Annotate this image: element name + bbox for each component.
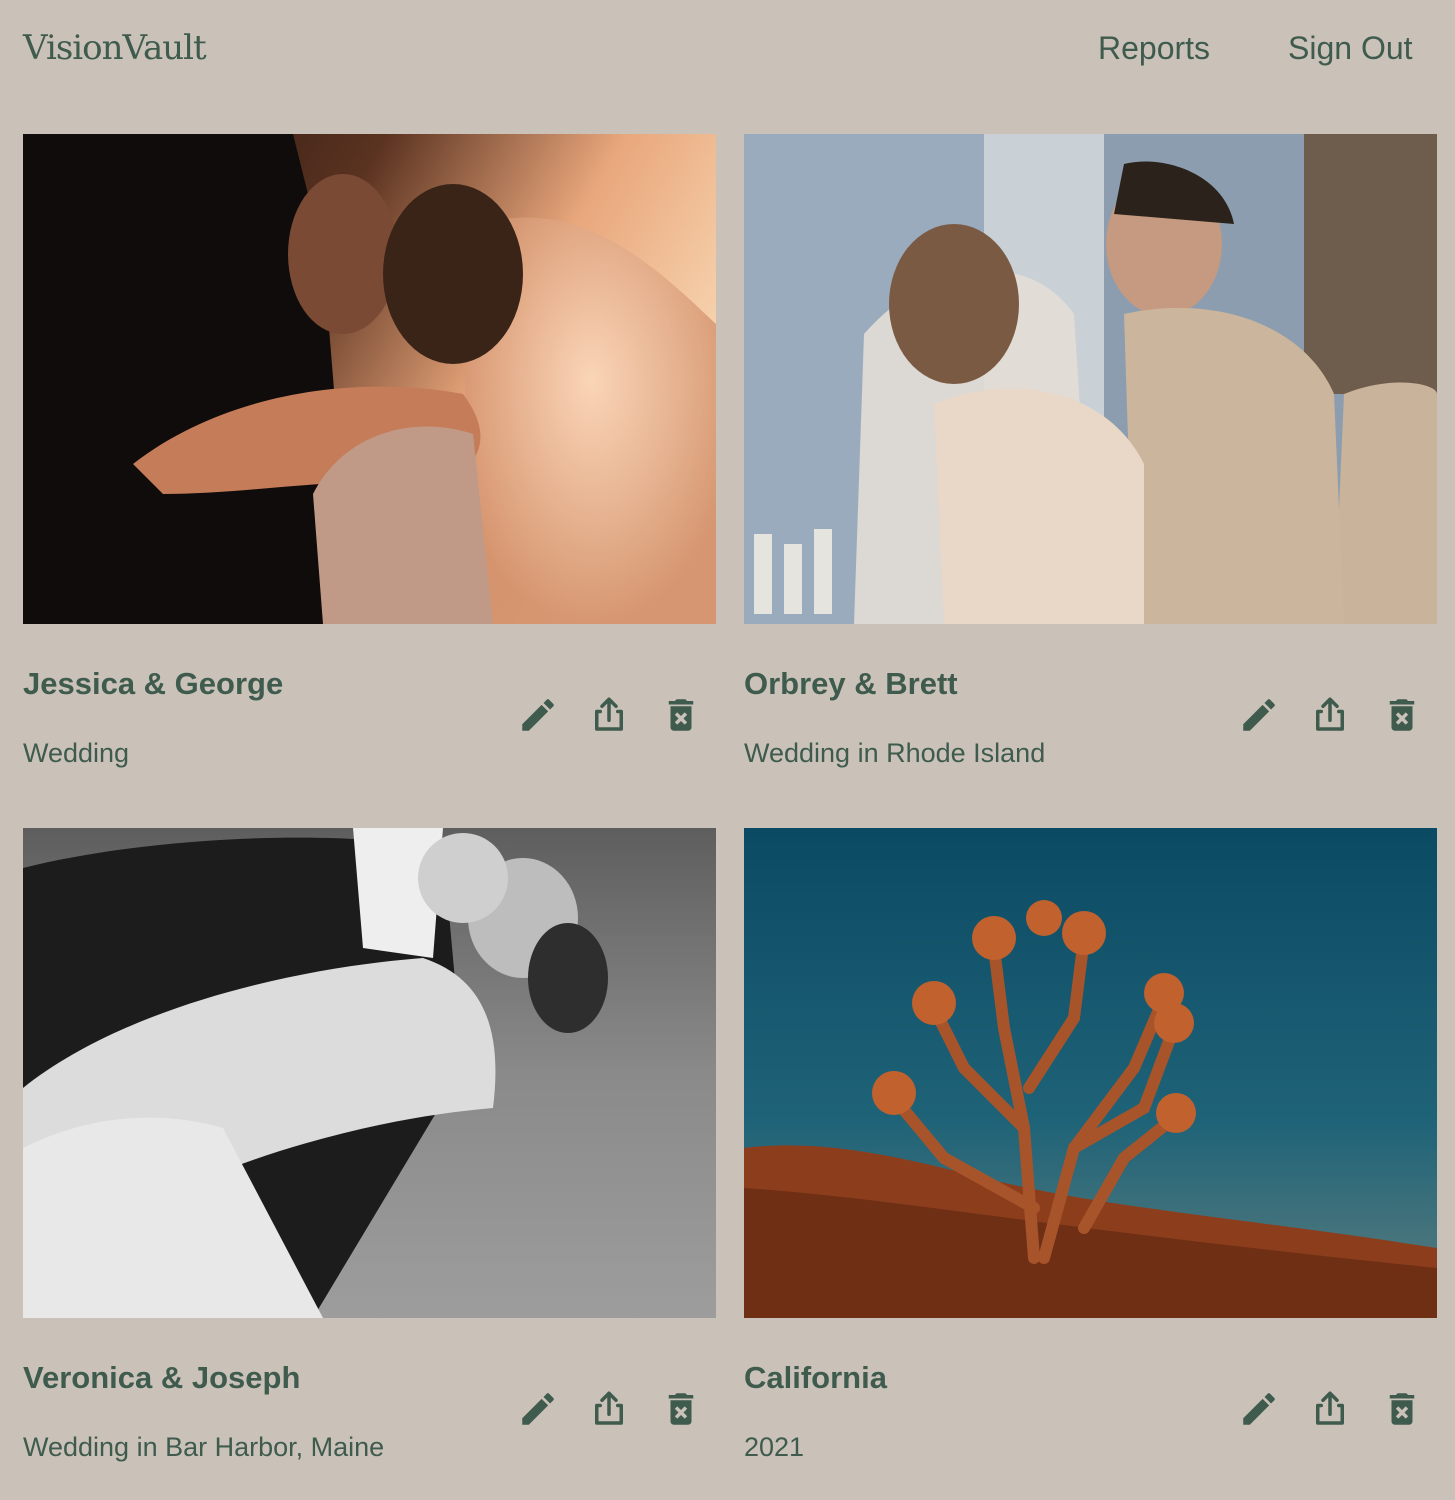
- nav-reports-link[interactable]: Reports: [1098, 30, 1210, 67]
- couple-dip-black-white-photo: [23, 828, 716, 1318]
- pencil-icon: [522, 699, 554, 731]
- share-button[interactable]: [588, 694, 630, 736]
- delete-button[interactable]: [660, 694, 702, 736]
- joshua-tree-desert-photo: [744, 828, 1437, 1318]
- project-actions: [517, 1388, 707, 1430]
- pencil-icon: [522, 1393, 554, 1425]
- project-title[interactable]: Orbrey & Brett: [744, 666, 958, 702]
- trash-icon: [668, 1393, 694, 1425]
- edit-button[interactable]: [1238, 1388, 1280, 1430]
- edit-button[interactable]: [517, 694, 559, 736]
- project-thumbnail[interactable]: [744, 134, 1437, 624]
- share-icon: [1316, 1391, 1344, 1425]
- share-icon: [1316, 697, 1344, 731]
- delete-button[interactable]: [1381, 1388, 1423, 1430]
- pencil-icon: [1243, 1393, 1275, 1425]
- trash-icon: [668, 699, 694, 731]
- trash-icon: [1389, 1393, 1415, 1425]
- pencil-icon: [1243, 699, 1275, 731]
- delete-button[interactable]: [1381, 694, 1423, 736]
- project-subtitle: Wedding in Rhode Island: [744, 738, 1046, 768]
- share-icon: [595, 1391, 623, 1425]
- project-card: Veronica & Joseph Wedding in Bar Harbor,…: [23, 828, 716, 1488]
- project-card: Orbrey & Brett Wedding in Rhode Island: [744, 134, 1437, 794]
- project-actions: [1238, 1388, 1428, 1430]
- project-actions: [517, 694, 707, 736]
- edit-button[interactable]: [1238, 694, 1280, 736]
- project-card: Jessica & George Wedding: [23, 134, 716, 794]
- project-actions: [1238, 694, 1428, 736]
- trash-icon: [1389, 699, 1415, 731]
- top-header: VisionVault Reports Sign Out: [0, 0, 1455, 100]
- project-thumbnail[interactable]: [23, 134, 716, 624]
- share-icon: [595, 697, 623, 731]
- project-thumbnail[interactable]: [23, 828, 716, 1318]
- project-card: California 2021: [744, 828, 1437, 1488]
- delete-button[interactable]: [660, 1388, 702, 1430]
- couple-kiss-sunset-photo: [23, 134, 716, 624]
- share-button[interactable]: [1309, 694, 1351, 736]
- project-subtitle: 2021: [744, 1432, 805, 1462]
- app-logo[interactable]: VisionVault: [23, 28, 207, 68]
- project-title[interactable]: Veronica & Joseph: [23, 1360, 300, 1396]
- project-title[interactable]: Jessica & George: [23, 666, 283, 702]
- project-subtitle: Wedding in Bar Harbor, Maine: [23, 1432, 385, 1462]
- couple-kiss-ceremony-photo: [744, 134, 1437, 624]
- project-thumbnail[interactable]: [744, 828, 1437, 1318]
- edit-button[interactable]: [517, 1388, 559, 1430]
- project-subtitle: Wedding: [23, 738, 130, 768]
- nav-sign-out-link[interactable]: Sign Out: [1288, 30, 1413, 67]
- project-title[interactable]: California: [744, 1360, 887, 1396]
- share-button[interactable]: [1309, 1388, 1351, 1430]
- share-button[interactable]: [588, 1388, 630, 1430]
